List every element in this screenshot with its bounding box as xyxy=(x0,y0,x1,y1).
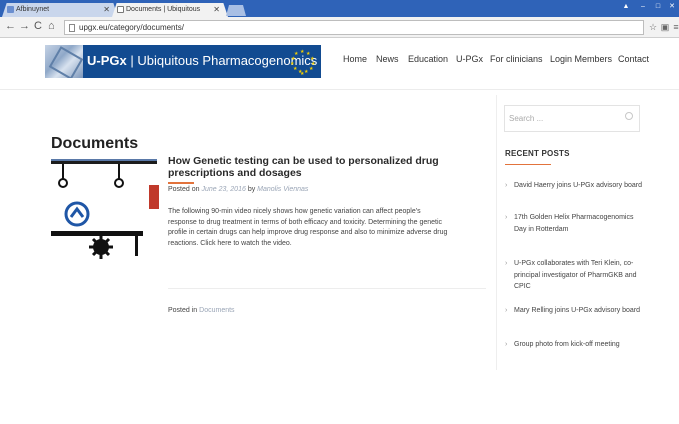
genetic-diagram-icon xyxy=(51,159,159,259)
recent-post-item[interactable]: David Haerry joins U-PGx advisory board xyxy=(505,180,643,192)
search-icon[interactable] xyxy=(625,112,633,120)
recent-post-item[interactable]: Group photo from kick-off meeting xyxy=(505,339,643,351)
home-icon[interactable]: ⌂ xyxy=(48,20,55,32)
logo-text: U-PGx | Ubiquitous Pharmacogenomics xyxy=(87,53,318,68)
browser-tab-2[interactable]: Documents | Ubiquitous ✕ xyxy=(112,3,228,17)
nav-education[interactable]: Education xyxy=(408,54,448,64)
address-url: upgx.eu/category/documents/ xyxy=(79,23,184,32)
page-title: Documents xyxy=(51,135,139,152)
minimize-icon[interactable]: – xyxy=(636,2,650,11)
post-divider xyxy=(168,288,486,289)
post-meta: Posted on June 23, 2016 by Manolis Vienn… xyxy=(168,186,309,193)
address-bar[interactable]: upgx.eu/category/documents/ xyxy=(64,20,644,35)
post-title-accent xyxy=(168,182,194,184)
person-icon[interactable]: ▲ xyxy=(619,2,633,11)
header-divider xyxy=(0,89,679,90)
nav-home[interactable]: Home xyxy=(343,54,367,64)
search-input[interactable]: Search ... xyxy=(504,105,640,132)
forward-icon[interactable]: → xyxy=(19,20,30,32)
star-icon[interactable]: ☆ xyxy=(648,22,658,32)
molecule-logo-icon xyxy=(45,45,83,78)
post-date-link[interactable]: June 23, 2016 xyxy=(201,186,245,193)
tab-close-icon[interactable]: ✕ xyxy=(213,5,220,14)
post-author-link[interactable]: Manolis Viennas xyxy=(257,186,308,193)
recent-post-item[interactable]: Mary Relling joins U-PGx advisory board xyxy=(505,305,643,317)
browser-tab-1[interactable]: Afbinuynet ✕ xyxy=(2,3,118,17)
new-tab-button[interactable] xyxy=(226,5,246,16)
nav-contact[interactable]: Contact xyxy=(618,54,649,64)
post-category: Posted in Documents xyxy=(168,307,235,314)
browser-tabstrip: Afbinuynet ✕ Documents | Ubiquitous ✕ ▲ … xyxy=(0,0,679,17)
site-logo[interactable]: U-PGx | Ubiquitous Pharmacogenomics ★ ★ ★ … xyxy=(45,45,321,78)
post-thumbnail[interactable] xyxy=(51,157,159,262)
post-excerpt: The following 90-min video nicely shows … xyxy=(168,208,448,247)
tab-label: Documents | Ubiquitous xyxy=(126,6,201,13)
sidebar-divider xyxy=(496,95,497,370)
tab-favicon-icon xyxy=(7,6,14,13)
recent-post-item[interactable]: U-PGx collaborates with Teri Klein, co-p… xyxy=(505,258,643,293)
menu-icon[interactable]: ≡ xyxy=(671,22,679,32)
recent-posts-heading: RECENT POSTS xyxy=(505,149,570,158)
page-icon xyxy=(69,24,75,32)
reload-icon[interactable]: C xyxy=(34,20,42,32)
extension-icon[interactable]: ▣ xyxy=(660,22,670,32)
close-window-icon[interactable]: ✕ xyxy=(665,2,679,11)
browser-toolbar: ← → C ⌂ upgx.eu/category/documents/ ☆ ▣ … xyxy=(0,17,679,38)
tab-label: Afbinuynet xyxy=(16,6,50,13)
maximize-icon[interactable]: □ xyxy=(651,2,665,11)
recent-post-item[interactable]: 17th Golden Helix Pharmacogenomics Day i… xyxy=(505,212,643,235)
recent-posts-accent xyxy=(505,164,551,165)
category-link[interactable]: Documents xyxy=(199,307,234,314)
nav-login-members[interactable]: Login Members xyxy=(550,54,612,64)
search-placeholder: Search ... xyxy=(509,114,544,123)
nav-for-clinicians[interactable]: For clinicians xyxy=(490,54,543,64)
nav-u-pgx[interactable]: U-PGx xyxy=(456,54,483,64)
tab-page-icon xyxy=(117,6,124,13)
post-title-link[interactable]: How Genetic testing can be used to perso… xyxy=(168,155,458,179)
back-icon[interactable]: ← xyxy=(5,20,16,32)
eu-stars-icon: ★ ★ ★ ★ ★ ★ ★ ★ ★ ★ ★ ★ xyxy=(290,49,316,77)
nav-news[interactable]: News xyxy=(376,54,399,64)
tab-close-icon[interactable]: ✕ xyxy=(103,5,110,14)
